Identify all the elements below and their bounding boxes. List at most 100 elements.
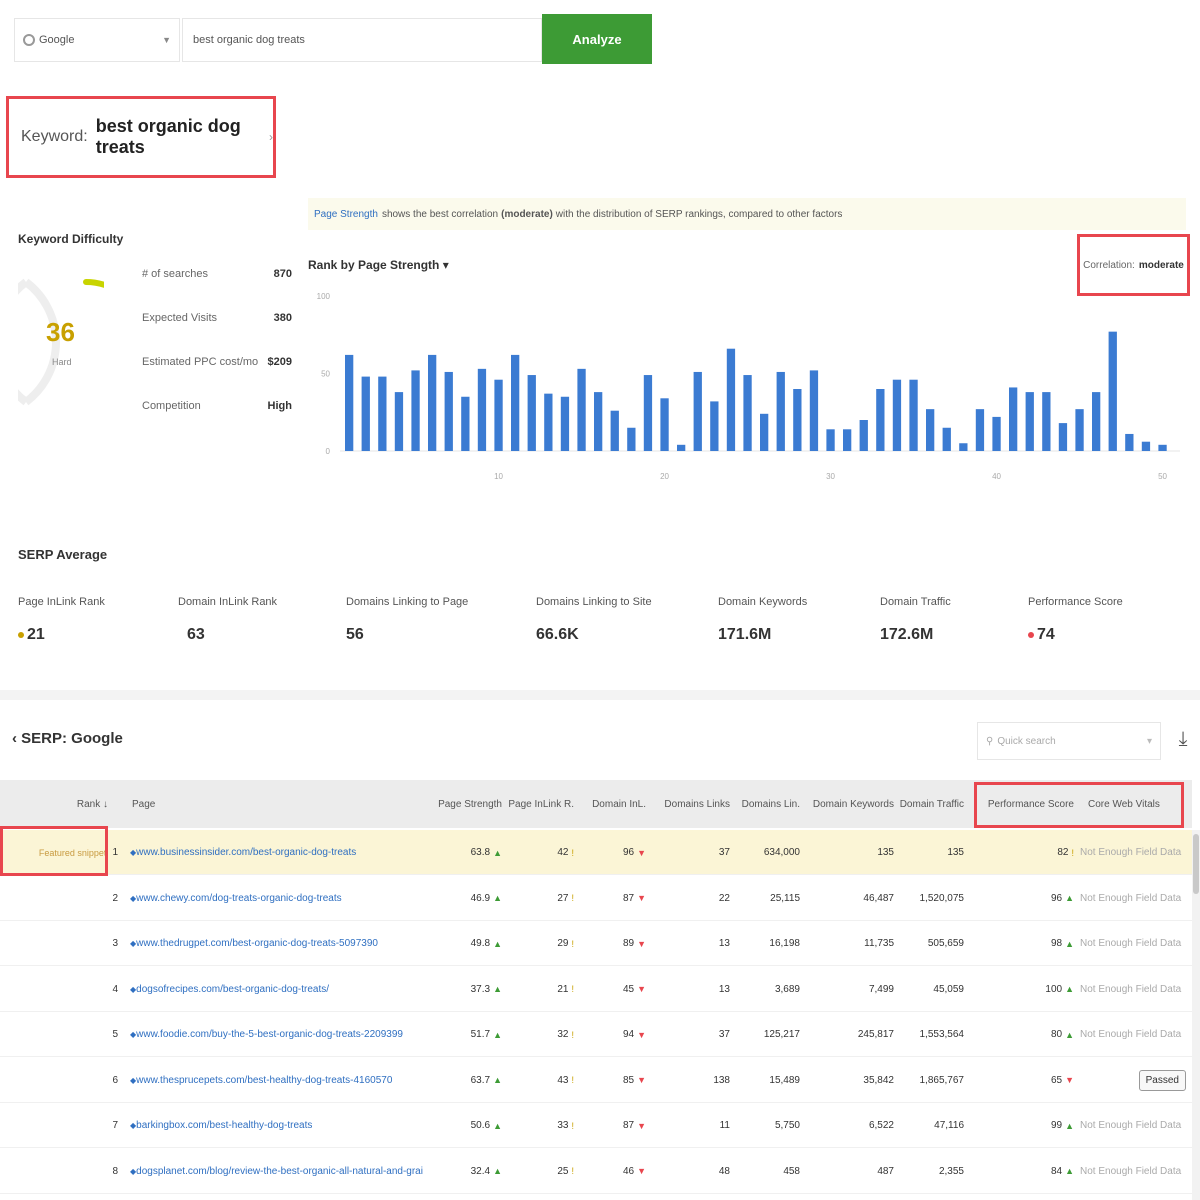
cell-page[interactable]: ◆ barkingbox.com/best-healthy-dog-treats	[130, 1103, 435, 1148]
chart-bar[interactable]	[394, 392, 404, 451]
chart-bar[interactable]	[826, 429, 835, 451]
chart-bar[interactable]	[926, 409, 935, 451]
page-link[interactable]: dogsplanet.com/blog/review-the-best-orga…	[136, 1166, 423, 1177]
chart-bar[interactable]	[710, 401, 719, 451]
page-strength-link[interactable]: Page Strength	[314, 209, 378, 220]
chart-bar[interactable]	[643, 375, 653, 451]
page-link[interactable]: barkingbox.com/best-healthy-dog-treats	[136, 1120, 312, 1131]
chart-title-dropdown[interactable]: Rank by Page Strength ▾	[308, 258, 449, 272]
col-domain-inlink[interactable]: Domain InL.	[584, 780, 646, 828]
table-row[interactable]: 3 ◆ www.thedrugpet.com/best-organic-dog-t…	[0, 921, 1192, 966]
chart-bar[interactable]	[793, 389, 802, 451]
chart-bar[interactable]	[527, 375, 536, 451]
chart-bar[interactable]	[494, 379, 503, 451]
cell-page[interactable]: ◆ www.thesprucepets.com/best-healthy-dog…	[130, 1058, 435, 1103]
cell-page[interactable]: ◆ dogsplanet.com/blog/review-the-best-or…	[130, 1149, 435, 1194]
chevron-down-icon[interactable]: ▾	[1147, 736, 1152, 747]
chart-bar[interactable]	[959, 443, 968, 451]
page-link[interactable]: www.thesprucepets.com/best-healthy-dog-t…	[136, 1075, 392, 1086]
col-domain-traffic[interactable]: Domain Traffic	[900, 780, 964, 828]
chart-bar[interactable]	[760, 413, 769, 451]
chart-bar[interactable]	[1025, 392, 1034, 451]
cell-value: 7,499	[868, 983, 894, 995]
chart-bar[interactable]	[1141, 441, 1151, 451]
chart-bar[interactable]	[909, 379, 918, 451]
scrollbar-thumb[interactable]	[1193, 834, 1199, 894]
col-domain-keywords[interactable]: Domain Keywords	[812, 780, 894, 828]
chart-bar[interactable]	[461, 396, 470, 451]
chart-bar[interactable]	[843, 429, 852, 451]
search-engine-select[interactable]: Google ▼	[14, 18, 180, 62]
chart-bar[interactable]	[726, 348, 736, 451]
chart-bar[interactable]	[1009, 387, 1018, 451]
chart-bar[interactable]	[1125, 433, 1134, 451]
chart-bar[interactable]	[378, 376, 387, 451]
chart-bar[interactable]	[992, 416, 1001, 451]
chart-bar[interactable]	[610, 410, 619, 451]
keyword-input[interactable]: best organic dog treats	[182, 18, 542, 62]
chart-bar[interactable]	[1058, 423, 1068, 451]
table-row[interactable]: 6 ◆ www.thesprucepets.com/best-healthy-do…	[0, 1058, 1192, 1103]
chart-bar[interactable]	[743, 375, 752, 451]
chart-bar[interactable]	[776, 371, 785, 451]
table-row[interactable]: 4 ◆ dogsofrecipes.com/best-organic-dog-tr…	[0, 967, 1192, 1012]
chart-bar[interactable]	[892, 379, 902, 451]
chevron-right-icon[interactable]: ›	[269, 130, 273, 144]
chart-bar[interactable]	[511, 354, 520, 451]
cell-dl: 11	[660, 1103, 730, 1148]
cell-page[interactable]: ◆ www.businessinsider.com/best-organic-d…	[130, 830, 435, 875]
chart-bar[interactable]	[1108, 331, 1117, 451]
chart-bar[interactable]	[1075, 409, 1084, 451]
collapse-icon[interactable]: ‹	[12, 730, 17, 747]
download-icon[interactable]: ⤓	[1172, 722, 1194, 756]
chart-bar[interactable]	[577, 368, 586, 451]
core-web-vitals-status[interactable]: Passed	[1138, 1069, 1186, 1091]
cell-page[interactable]: ◆ www.foodie.com/buy-the-5-best-organic-…	[130, 1012, 435, 1057]
page-link[interactable]: www.thedrugpet.com/best-organic-dog-trea…	[136, 938, 378, 949]
chart-bar[interactable]	[975, 409, 985, 451]
chart-bar[interactable]	[477, 368, 487, 451]
chart-bar[interactable]	[411, 370, 420, 451]
cell-page[interactable]: ◆ www.chewy.com/dog-treats-organic-dog-t…	[130, 876, 435, 921]
chart-bar[interactable]	[809, 370, 819, 451]
chart-bar[interactable]	[361, 376, 370, 451]
cell-page[interactable]: ◆ www.thedrugpet.com/best-organic-dog-tr…	[130, 921, 435, 966]
col-page[interactable]: Page	[132, 780, 332, 828]
page-link[interactable]: www.businessinsider.com/best-organic-dog…	[136, 847, 356, 858]
col-domains-linking[interactable]: Domains Lin.	[740, 780, 800, 828]
chart-bar[interactable]	[660, 398, 669, 451]
col-page-inlink-rank[interactable]: Page InLink R.	[508, 780, 574, 828]
cell-value: 98	[1050, 938, 1063, 949]
chart-bar[interactable]	[1042, 392, 1051, 451]
chart-bar[interactable]	[942, 427, 951, 451]
col-domains-links[interactable]: Domains Links	[660, 780, 730, 828]
chart-bar[interactable]	[345, 354, 354, 451]
chart-bar[interactable]	[444, 371, 453, 451]
page-link[interactable]: www.foodie.com/buy-the-5-best-organic-do…	[136, 1029, 403, 1040]
table-row[interactable]: 5 ◆ www.foodie.com/buy-the-5-best-organic…	[0, 1012, 1192, 1057]
chart-bar[interactable]	[594, 392, 603, 451]
table-row[interactable]: 2 ◆ www.chewy.com/dog-treats-organic-dog-…	[0, 876, 1192, 921]
chart-bar[interactable]	[677, 444, 686, 451]
chart-bar[interactable]	[693, 371, 702, 451]
page-link[interactable]: dogsofrecipes.com/best-organic-dog-treat…	[136, 984, 329, 995]
table-scrollbar[interactable]	[1192, 830, 1200, 1200]
chart-bar[interactable]	[560, 396, 570, 451]
col-rank[interactable]: Rank ↓	[0, 780, 108, 828]
col-page-strength[interactable]: Page Strength	[438, 780, 502, 828]
chart-bar[interactable]	[1158, 444, 1167, 451]
chart-bar[interactable]	[428, 354, 437, 451]
chart-bar[interactable]	[876, 389, 885, 451]
table-row[interactable]: 8 ◆ dogsplanet.com/blog/review-the-best-o…	[0, 1149, 1192, 1194]
chart-bar[interactable]	[544, 393, 553, 451]
chart-bar[interactable]	[859, 420, 868, 451]
quick-search-input[interactable]: ⚲ Quick search ▾	[977, 722, 1161, 760]
analyze-button[interactable]: Analyze	[542, 14, 652, 64]
table-row[interactable]: Featured snippet 1 ◆ www.businessinsider.c…	[0, 830, 1192, 875]
chart-bar[interactable]	[627, 427, 636, 451]
page-link[interactable]: www.chewy.com/dog-treats-organic-dog-tre…	[136, 893, 341, 904]
serp-title[interactable]: ‹ SERP: Google	[12, 730, 123, 747]
chart-bar[interactable]	[1092, 392, 1101, 451]
cell-page[interactable]: ◆ dogsofrecipes.com/best-organic-dog-tre…	[130, 967, 435, 1012]
table-row[interactable]: 7 ◆ barkingbox.com/best-healthy-dog-treat…	[0, 1103, 1192, 1148]
